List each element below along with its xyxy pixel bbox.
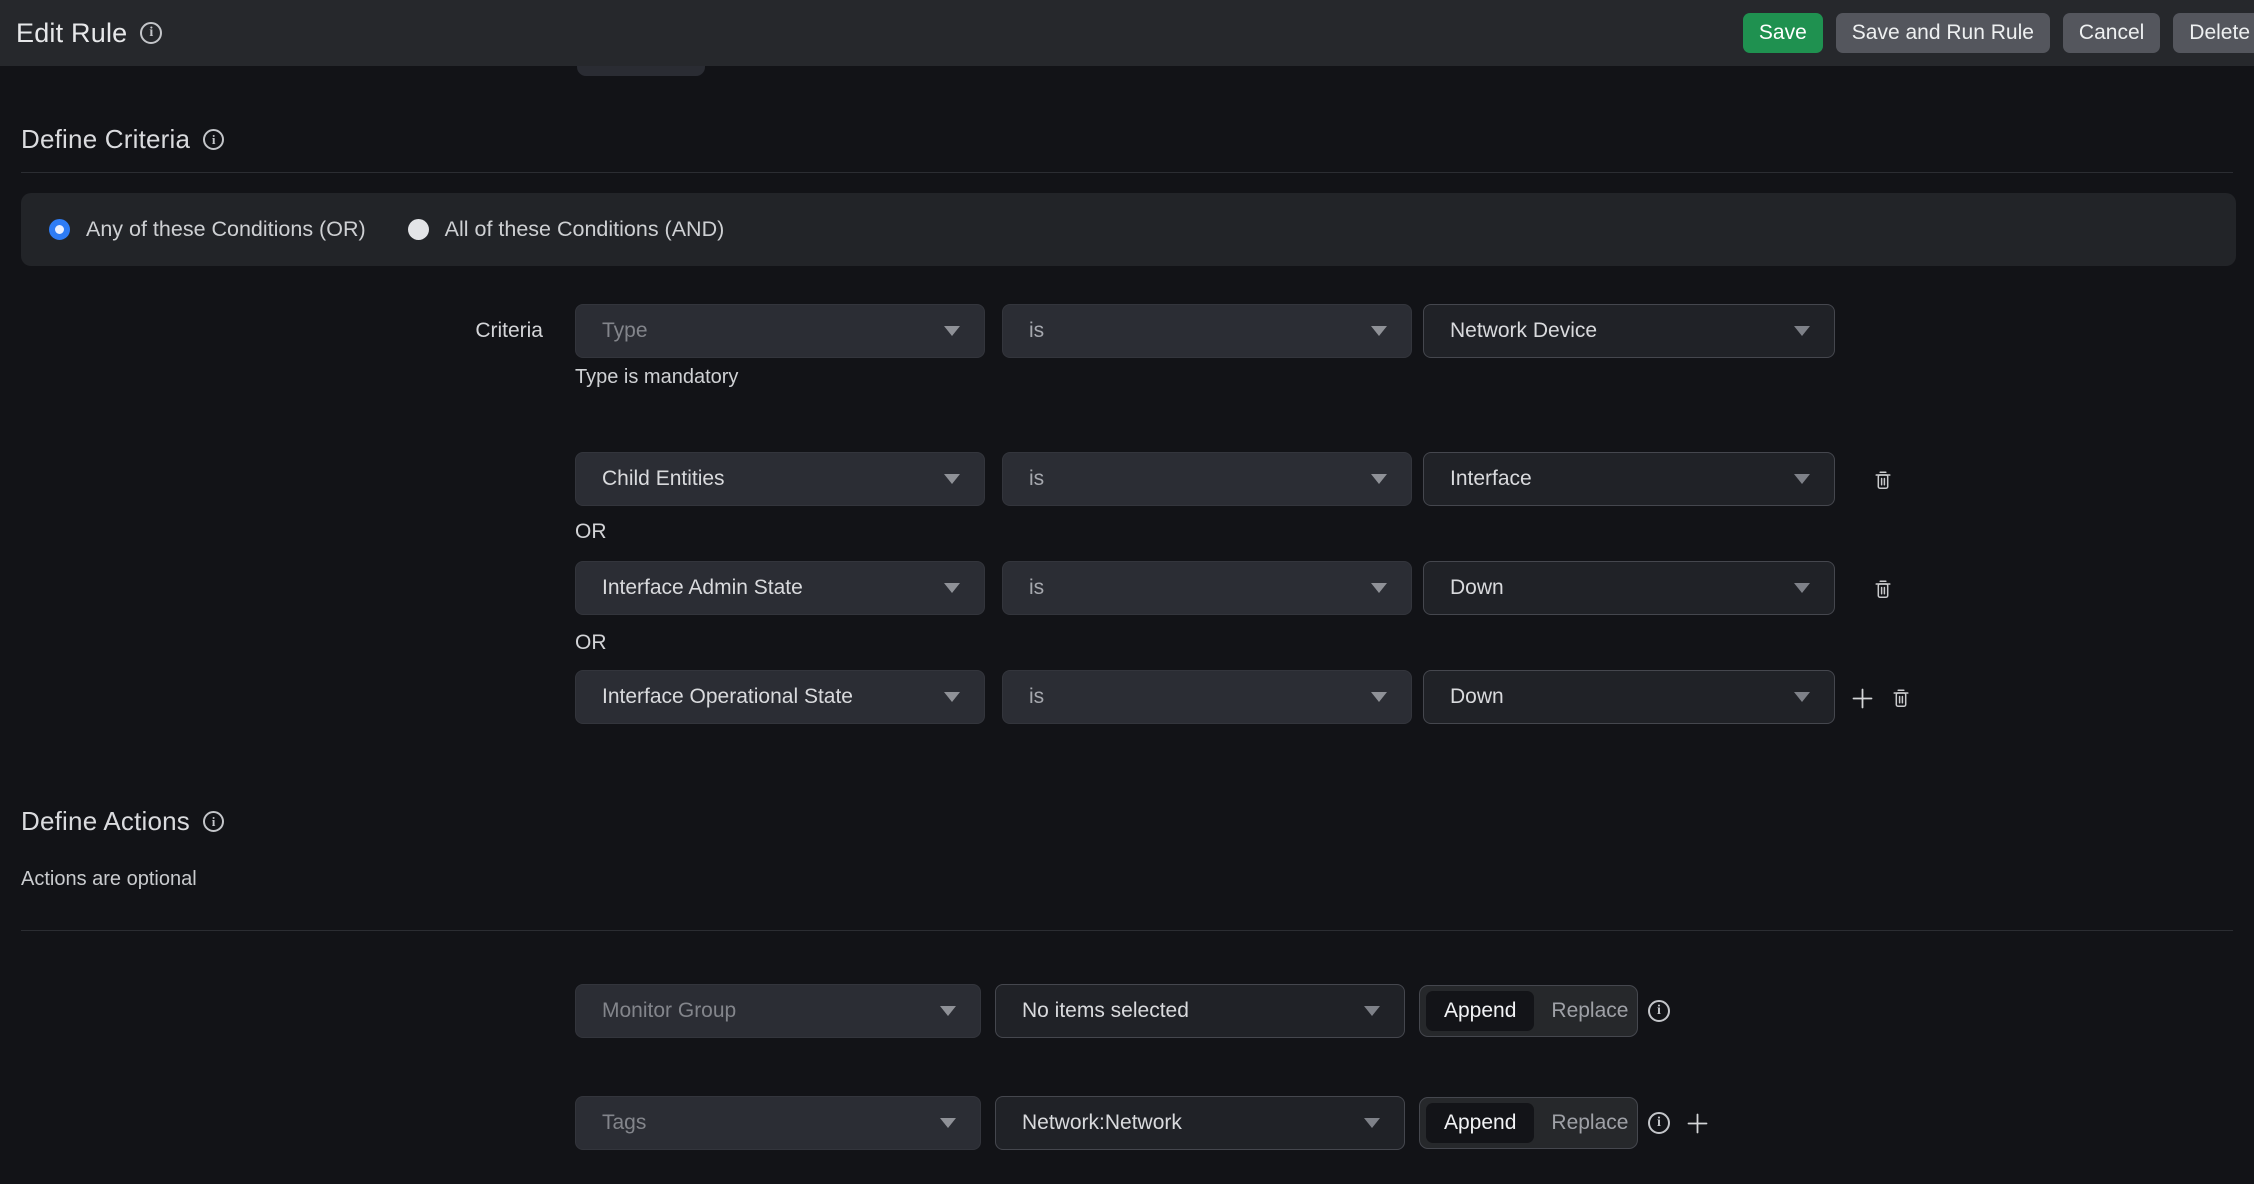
chevron-down-icon [940, 1118, 956, 1128]
dropdown-value: Down [1450, 576, 1504, 600]
criteria-operator-dropdown[interactable]: is [1002, 561, 1412, 615]
criteria-row: Type is Network Device [0, 304, 2254, 358]
criteria-field-dropdown[interactable]: Child Entities [575, 452, 985, 506]
define-criteria-title: Define Criteria [21, 124, 190, 155]
replace-segment[interactable]: Replace [1534, 1111, 1645, 1135]
add-icon[interactable] [1685, 1111, 1709, 1135]
define-actions-title: Define Actions [21, 806, 190, 837]
chevron-down-icon [940, 1006, 956, 1016]
criteria-value-dropdown[interactable]: Down [1423, 670, 1835, 724]
divider [21, 930, 2233, 931]
action-type-dropdown[interactable]: Monitor Group [575, 984, 981, 1038]
dropdown-value: is [1029, 685, 1044, 709]
edit-rule-page: Edit Rule i Save Save and Run Rule Cance… [0, 0, 2254, 1184]
chevron-down-icon [1794, 692, 1810, 702]
delete-button[interactable]: Delete [2173, 13, 2254, 53]
info-icon[interactable]: i [1648, 1000, 1670, 1022]
actions-optional-note: Actions are optional [21, 868, 197, 891]
chevron-down-icon [944, 583, 960, 593]
info-icon[interactable]: i [203, 129, 224, 150]
chevron-down-icon [1371, 692, 1387, 702]
header-bar: Edit Rule i Save Save and Run Rule Cance… [0, 0, 2254, 66]
append-segment[interactable]: Append [1426, 1103, 1534, 1143]
criteria-row: Child Entities is Interface [0, 452, 2254, 506]
header-actions: Save Save and Run Rule Cancel Delete [1743, 13, 2254, 53]
save-and-run-rule-button[interactable]: Save and Run Rule [1836, 13, 2050, 53]
radio-option-label: All of these Conditions (AND) [445, 217, 725, 242]
dropdown-value: Child Entities [602, 467, 725, 491]
action-type-dropdown[interactable]: Tags [575, 1096, 981, 1150]
dropdown-value: Network Device [1450, 319, 1597, 343]
dropdown-value: No items selected [1022, 999, 1189, 1023]
action-row: Tags Network:Network Append Replace i [0, 1096, 2254, 1150]
radio-option-all-and[interactable]: All of these Conditions (AND) [408, 217, 725, 242]
radio-option-any-or[interactable]: Any of these Conditions (OR) [49, 217, 366, 242]
condition-match-panel: Any of these Conditions (OR) All of thes… [21, 193, 2236, 266]
add-icon[interactable] [1850, 686, 1874, 710]
criteria-operator-dropdown[interactable]: is [1002, 452, 1412, 506]
chevron-down-icon [1794, 326, 1810, 336]
delete-icon[interactable] [1871, 577, 1895, 601]
chevron-down-icon [1371, 326, 1387, 336]
or-separator: OR [575, 520, 607, 544]
info-icon[interactable]: i [203, 811, 224, 832]
header-title-wrap: Edit Rule i [16, 0, 162, 66]
criteria-field-dropdown[interactable]: Interface Admin State [575, 561, 985, 615]
delete-icon[interactable] [1889, 686, 1913, 710]
dropdown-value: Interface Admin State [602, 576, 803, 600]
info-icon[interactable]: i [1648, 1112, 1670, 1134]
dropdown-value: Down [1450, 685, 1504, 709]
mandatory-note: Type is mandatory [575, 366, 738, 389]
or-separator: OR [575, 631, 607, 655]
dropdown-value: is [1029, 319, 1044, 343]
dropdown-placeholder: Monitor Group [602, 999, 736, 1023]
dropdown-placeholder: Type [602, 319, 648, 343]
criteria-value-dropdown[interactable]: Network Device [1423, 304, 1835, 358]
divider [21, 172, 2233, 173]
delete-icon[interactable] [1871, 468, 1895, 492]
define-criteria-heading: Define Criteria i [21, 124, 224, 155]
chevron-down-icon [1371, 474, 1387, 484]
chevron-down-icon [1364, 1118, 1380, 1128]
replace-segment[interactable]: Replace [1534, 999, 1645, 1023]
criteria-operator-dropdown[interactable]: is [1002, 304, 1412, 358]
chevron-down-icon [1794, 583, 1810, 593]
criteria-row: Interface Operational State is Down [0, 670, 2254, 724]
radio-selected-icon[interactable] [49, 219, 70, 240]
dropdown-value: Network:Network [1022, 1111, 1182, 1135]
dropdown-value: is [1029, 576, 1044, 600]
dropdown-value: Interface Operational State [602, 685, 853, 709]
info-icon[interactable]: i [140, 22, 162, 44]
action-row: Monitor Group No items selected Append R… [0, 984, 2254, 1038]
chevron-down-icon [1364, 1006, 1380, 1016]
chevron-down-icon [944, 474, 960, 484]
criteria-value-dropdown[interactable]: Down [1423, 561, 1835, 615]
dropdown-value: Interface [1450, 467, 1532, 491]
criteria-row: Interface Admin State is Down [0, 561, 2254, 615]
criteria-field-dropdown[interactable]: Interface Operational State [575, 670, 985, 724]
criteria-field-dropdown[interactable]: Type [575, 304, 985, 358]
radio-unselected-icon[interactable] [408, 219, 429, 240]
action-value-dropdown[interactable]: No items selected [995, 984, 1405, 1038]
radio-option-label: Any of these Conditions (OR) [86, 217, 366, 242]
append-replace-toggle: Append Replace [1419, 1097, 1638, 1149]
chevron-down-icon [944, 692, 960, 702]
action-value-dropdown[interactable]: Network:Network [995, 1096, 1405, 1150]
chevron-down-icon [944, 326, 960, 336]
chevron-down-icon [1371, 583, 1387, 593]
append-replace-toggle: Append Replace [1419, 985, 1638, 1037]
save-button[interactable]: Save [1743, 13, 1823, 53]
cancel-button[interactable]: Cancel [2063, 13, 2160, 53]
page-title: Edit Rule [16, 18, 127, 49]
append-segment[interactable]: Append [1426, 991, 1534, 1031]
criteria-operator-dropdown[interactable]: is [1002, 670, 1412, 724]
criteria-value-dropdown[interactable]: Interface [1423, 452, 1835, 506]
define-actions-heading: Define Actions i [21, 806, 224, 837]
dropdown-value: is [1029, 467, 1044, 491]
dropdown-placeholder: Tags [602, 1111, 646, 1135]
chevron-down-icon [1794, 474, 1810, 484]
